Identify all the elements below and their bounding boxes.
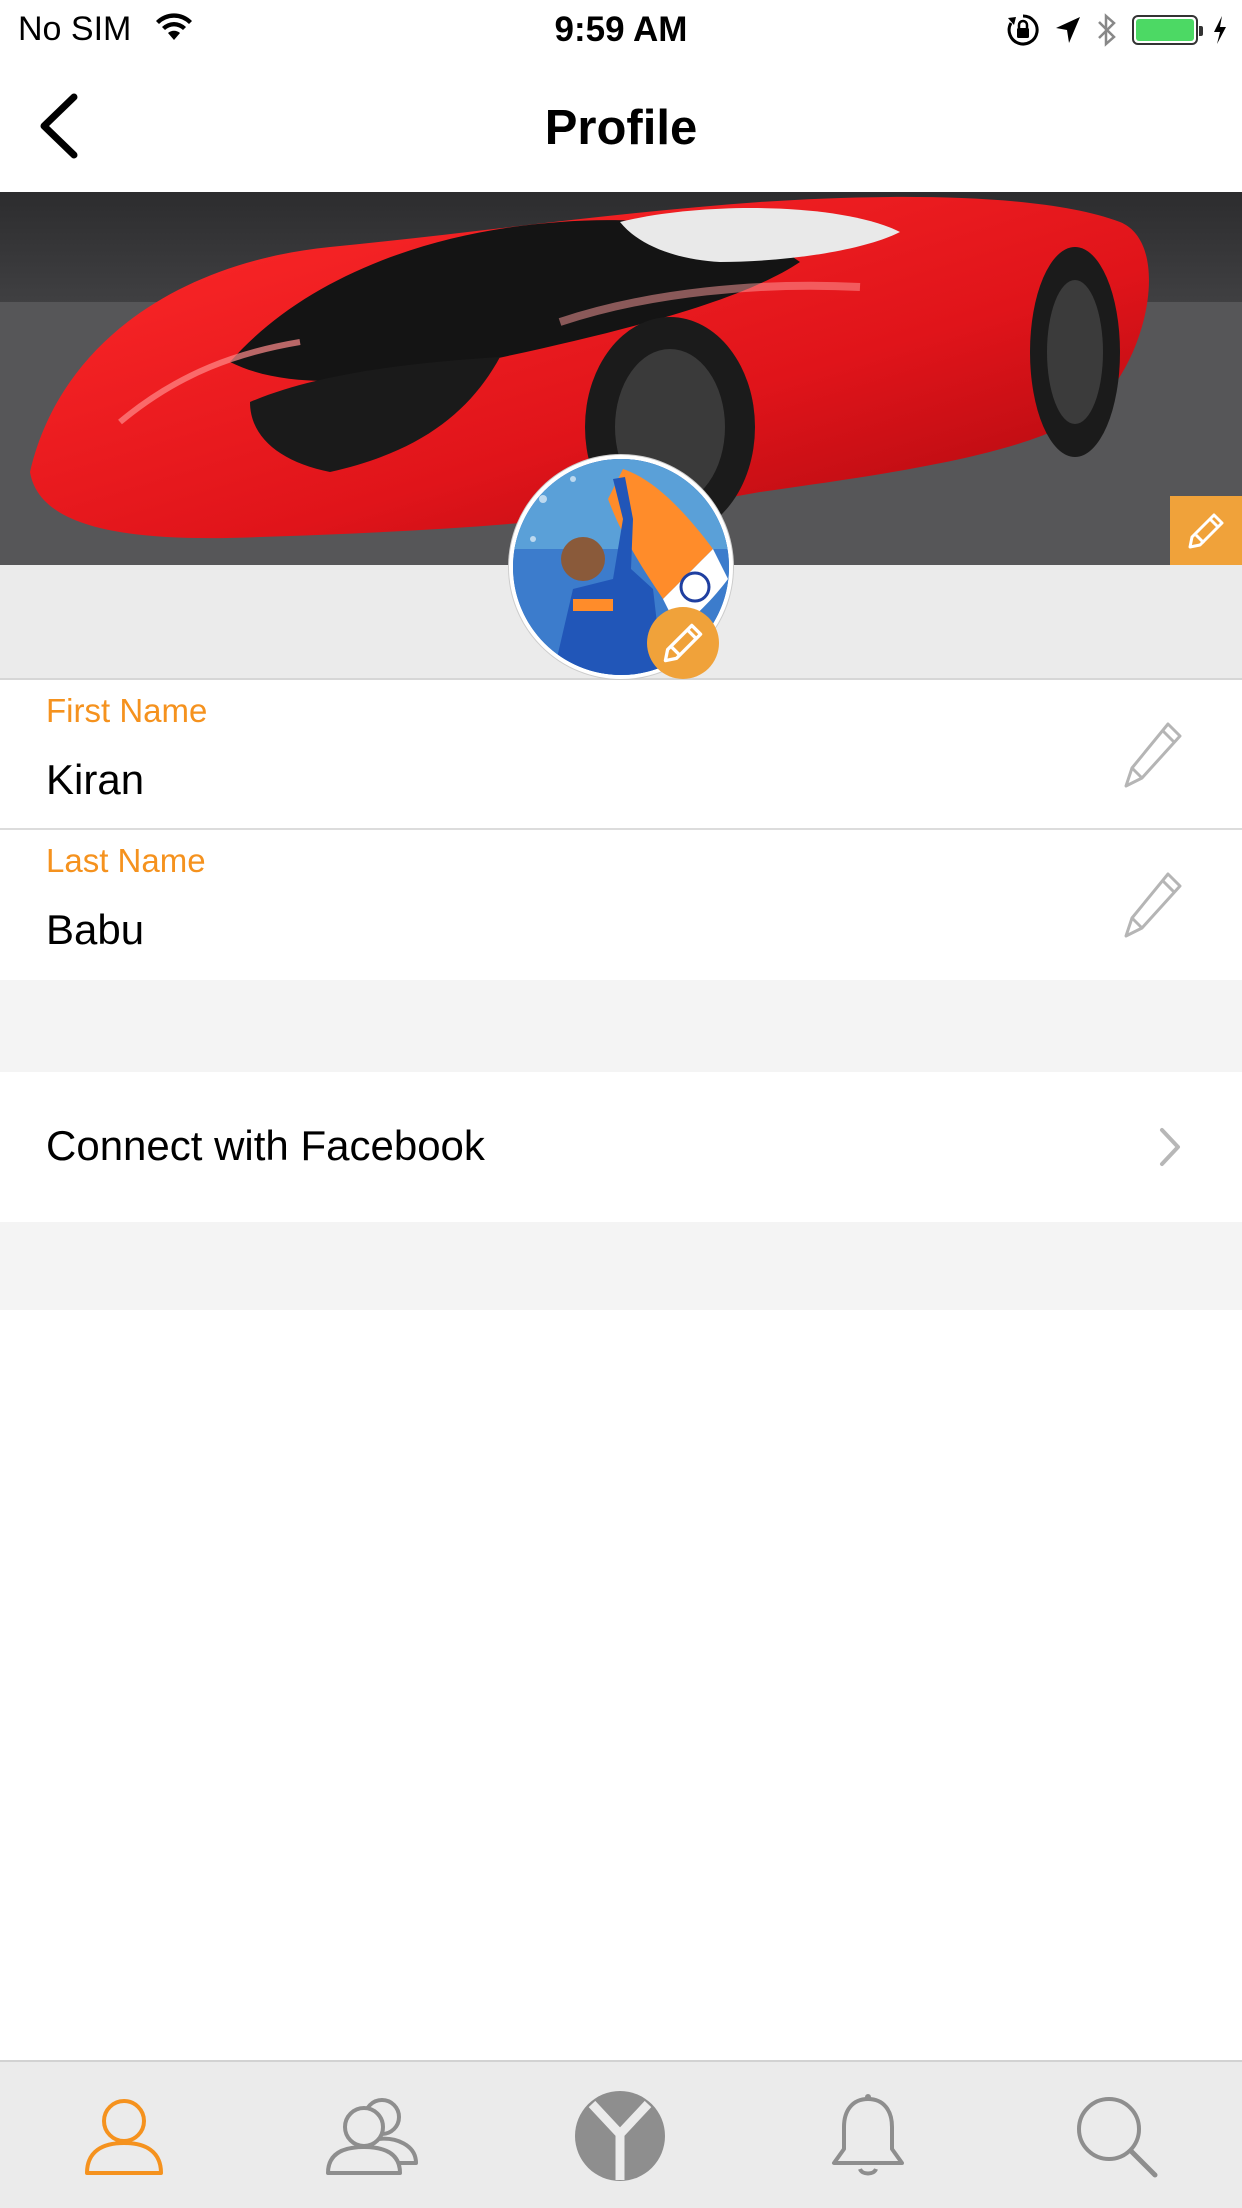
rotation-lock-icon xyxy=(1007,14,1039,46)
pencil-icon xyxy=(1188,513,1224,549)
tab-friends[interactable] xyxy=(322,2090,422,2182)
section-spacer xyxy=(0,980,1242,1072)
tab-notifications[interactable] xyxy=(818,2090,918,2182)
charging-bolt-icon xyxy=(1214,16,1226,44)
pencil-icon xyxy=(1124,722,1182,788)
last-name-value[interactable]: Babu xyxy=(46,906,144,954)
location-arrow-icon xyxy=(1056,17,1080,43)
bluetooth-icon xyxy=(1098,13,1116,47)
nav-bar: Profile xyxy=(0,62,1242,192)
first-name-label: First Name xyxy=(46,692,208,729)
chevron-right-icon xyxy=(1160,1128,1180,1166)
last-name-edit-button[interactable] xyxy=(1118,870,1188,940)
section-spacer xyxy=(0,1222,1242,1310)
search-icon xyxy=(1077,2097,1158,2178)
pencil-icon xyxy=(663,623,703,663)
first-name-edit-button[interactable] xyxy=(1118,720,1188,790)
connect-facebook-row[interactable]: Connect with Facebook xyxy=(0,1072,1242,1222)
avatar-edit-button[interactable] xyxy=(647,607,719,679)
battery-level xyxy=(1136,19,1194,41)
bell-icon xyxy=(832,2094,904,2176)
profile-icon xyxy=(85,2099,163,2175)
app-logo-icon xyxy=(575,2091,665,2181)
tab-search[interactable] xyxy=(1066,2090,1166,2182)
battery-icon xyxy=(1132,15,1203,45)
tab-home[interactable] xyxy=(570,2090,670,2182)
first-name-value[interactable]: Kiran xyxy=(46,756,144,804)
status-bar: No SIM 9:59 AM xyxy=(0,0,1242,62)
first-name-field[interactable]: First Name Kiran xyxy=(0,680,1242,830)
pencil-icon xyxy=(1124,872,1182,938)
last-name-field[interactable]: Last Name Babu xyxy=(0,830,1242,980)
page-title: Profile xyxy=(544,101,698,155)
last-name-label: Last Name xyxy=(46,842,206,879)
cover-edit-button[interactable] xyxy=(1170,496,1242,566)
connect-facebook-label: Connect with Facebook xyxy=(46,1122,485,1169)
friends-icon xyxy=(326,2098,418,2175)
status-icons xyxy=(1006,10,1228,50)
tab-bar xyxy=(0,2060,1242,2208)
tab-profile[interactable] xyxy=(74,2090,174,2182)
